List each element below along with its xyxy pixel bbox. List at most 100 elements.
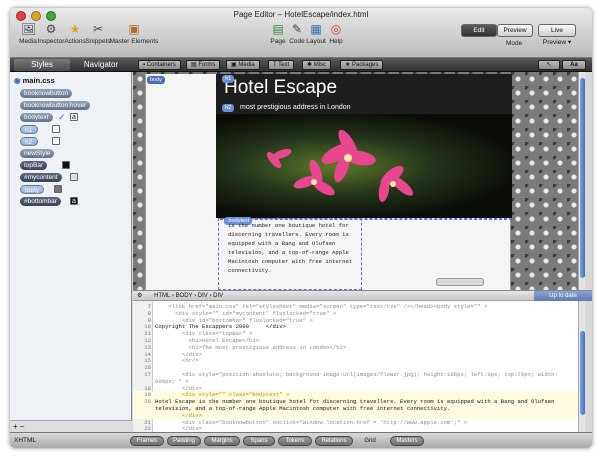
panel-bar: Styles Navigator ▪ Containers ▤ Forms ▣ … [10,58,592,72]
text-button[interactable]: T Text [268,60,295,70]
h1-tag-icon[interactable]: h1 [222,75,235,83]
style-newstyle[interactable]: newStyle [20,149,55,158]
css-file-name: main.css [22,76,55,85]
color-swatch-body[interactable] [54,185,62,193]
mode-label: Mode [506,40,523,47]
add-icon[interactable]: + [13,422,18,431]
bottom-bar: XHTML Frames Padding Margins Spans Token… [10,432,592,448]
flower-image[interactable] [216,114,512,218]
grid-toggle[interactable]: Grid [358,436,382,446]
inspector-icon: ⚙ [45,22,57,36]
styles-sidebar: ◉ main.css booknowbutton booknowbutton:h… [10,72,132,432]
style-mycontent[interactable]: #mycontent [20,173,62,182]
pointer-button[interactable]: ↖ [538,60,560,70]
style-body[interactable]: body [20,185,44,194]
design-canvas[interactable]: body Hotel Escape h1 most prestigious ad… [133,72,585,290]
media-icon: 🖼 [21,22,37,36]
text-label: Text [278,62,290,68]
margins-toggle[interactable]: Margins [204,436,240,446]
live-preview-select[interactable]: Live Preview ▾ [538,24,576,46]
color-swatch-h1[interactable] [52,125,60,133]
misc-label: Misc [313,62,327,68]
chevron-down-icon: ▾ [567,39,572,46]
crumb-div-2[interactable]: DIV [213,293,223,299]
flower-center-right [390,181,396,187]
forms-button[interactable]: ▤ Forms [186,60,221,70]
snippets-label: Snippets [85,38,111,45]
status-badge: Up to date [534,291,592,301]
edit-mode-button[interactable]: Edit [461,24,497,37]
style-booknowbutton[interactable]: booknowbutton [20,89,73,98]
booknow-button-preview[interactable] [436,278,484,286]
code-line[interactable]: 22 </div> [133,425,585,432]
master-elements-tool[interactable]: ▣ Master Elements [109,22,159,45]
flower-center-small [311,179,317,185]
code-scrollbar[interactable] [578,301,585,432]
media-button[interactable]: ▣ Media [226,60,260,70]
tokens-toggle[interactable]: Tokens [278,436,312,446]
style-booknowbutton-hover[interactable]: booknowbutton:hover [20,101,91,110]
font-swatch-bottombar-icon[interactable]: a [70,197,78,205]
color-swatch-mycontent[interactable] [70,173,78,181]
misc-icon: ✱ [307,62,314,68]
disclosure-icon: ◉ [14,76,23,85]
settings-gear-icon[interactable]: ⚙ [137,293,142,299]
body-text[interactable]: is the number one boutique hotel for dis… [228,221,370,275]
containers-label: Containers [146,62,176,68]
style-bodytext[interactable]: bodytext [20,113,53,122]
packages-button[interactable]: ★ Packages [340,60,384,70]
flower-center [344,154,352,162]
actions-icon: ★ [69,22,81,36]
body-tag[interactable]: body [147,76,165,84]
h2-tag-icon[interactable]: h2 [222,104,235,112]
window-title: Page Editor – HotelEscape/index.html [233,10,369,19]
style-h1[interactable]: h1 [20,125,38,134]
line-number: 22 [144,425,151,432]
spans-toggle[interactable]: Spans [243,436,275,446]
live-preview-label: Live Preview [542,27,567,46]
style-topbar[interactable]: topBar [20,161,48,170]
color-swatch-topbar[interactable] [62,161,70,169]
flower-illustration [266,129,414,202]
crumb-html[interactable]: HTML [154,293,170,299]
sidebar-footer: + – [10,420,132,432]
help-tool[interactable]: ◎ Help [320,22,352,45]
canvas-scrollbar[interactable] [578,72,585,290]
padding-toggle[interactable]: Padding [167,436,201,446]
hotel-subtitle[interactable]: most prestigious address in London [240,104,351,111]
page-preview: body Hotel Escape h1 most prestigious ad… [145,74,512,290]
relations-toggle[interactable]: Relations [315,436,353,446]
containers-button[interactable]: ▪ Containers [138,60,181,70]
color-swatch-h2[interactable] [52,137,60,145]
css-file-header[interactable]: ◉ main.css [14,76,55,85]
code-text: </div> [155,425,202,432]
hotel-title[interactable]: Hotel Escape [224,77,337,99]
crumb-div-1[interactable]: DIV [198,293,208,299]
tab-styles[interactable]: Styles [14,59,70,71]
code-scroll-thumb[interactable] [580,331,585,415]
doctype-label[interactable]: XHTML [14,437,36,444]
flower-petals [266,129,414,202]
style-bottombar[interactable]: #bottombar [20,197,61,206]
help-icon: ◎ [330,22,342,36]
style-h2[interactable]: h2 [20,137,38,146]
typography-button[interactable]: Aa [562,60,586,70]
remove-icon[interactable]: – [20,422,24,431]
help-label: Help [329,38,343,45]
checkmark-icon: ✓ [58,112,66,122]
frames-toggle[interactable]: Frames [130,436,164,446]
title-bar: Page Editor – HotelEscape/index.html 🖼 Me… [10,8,592,58]
misc-button[interactable]: ✱ Misc [302,60,332,70]
crumb-body[interactable]: BODY [176,293,193,299]
masters-toggle[interactable]: Masters [390,436,424,446]
code-editor[interactable]: 7 <link href="main.css" rel="stylesheet"… [133,301,585,432]
media-button-label: Media [238,62,255,68]
font-swatch-icon[interactable]: a [70,113,78,121]
breadcrumb: ⚙ HTML › BODY › DIV › DIV Up to date [133,290,592,301]
canvas-scroll-thumb[interactable] [580,78,585,278]
page-editor-window: Page Editor – HotelEscape/index.html 🖼 Me… [10,8,592,448]
packages-icon: ★ [345,62,353,68]
preview-mode-button[interactable]: Preview [497,24,533,37]
tab-navigator[interactable]: Navigator [72,59,130,71]
pointer-icon: ↖ [546,62,552,68]
